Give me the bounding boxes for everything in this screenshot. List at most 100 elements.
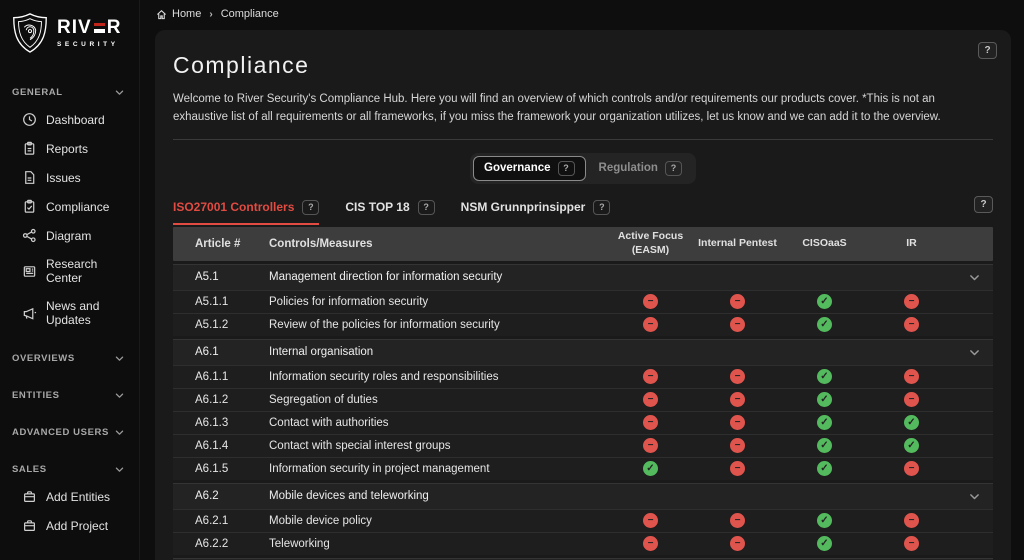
table-row[interactable]: A6.1Internal organisation	[173, 339, 993, 365]
row-expand-button[interactable]	[955, 271, 993, 284]
row-status-cell: ✓	[781, 317, 868, 332]
sidebar-section-header[interactable]: SUPPORT & SETTINGS	[0, 550, 139, 560]
table-row[interactable]: A5.1.2Review of the policies for informa…	[173, 313, 993, 336]
help-icon[interactable]: ?	[302, 200, 319, 215]
sidebar-item-issues[interactable]: Issues	[0, 163, 139, 192]
row-article: A6.2.1	[173, 515, 269, 527]
brand-stylized-e	[94, 23, 105, 33]
row-measure: Teleworking	[269, 538, 607, 550]
row-status-cell: −	[694, 415, 781, 430]
column-header-article: Article #	[173, 238, 269, 250]
row-article: A5.1	[173, 271, 269, 283]
tab-nsm-grunnprinsipper[interactable]: NSM Grunnprinsipper?	[461, 200, 611, 225]
row-article: A5.1.2	[173, 319, 269, 331]
tab-cis-top-18[interactable]: CIS TOP 18?	[345, 200, 434, 225]
sidebar-section-header[interactable]: OVERVIEWS	[0, 344, 139, 371]
sidebar-item-research-center[interactable]: Research Center	[0, 250, 139, 292]
row-measure: Information security roles and responsib…	[269, 371, 607, 383]
tab-label: NSM Grunnprinsipper	[461, 200, 586, 214]
sidebar-item-diagram[interactable]: Diagram	[0, 221, 139, 250]
table-row[interactable]: A6.1.5Information security in project ma…	[173, 457, 993, 480]
row-status-cell: −	[694, 317, 781, 332]
toggle-option-label: Governance	[484, 162, 550, 174]
help-icon[interactable]: ?	[665, 161, 682, 176]
breadcrumb-home[interactable]: Home	[156, 8, 201, 20]
row-status-cell: −	[607, 438, 694, 453]
help-icon[interactable]: ?	[593, 200, 610, 215]
sidebar-item-reports[interactable]: Reports	[0, 134, 139, 163]
sidebar-item-add-project[interactable]: Add Project	[0, 511, 139, 540]
row-status-cell: −	[868, 294, 955, 309]
sidebar-section-header[interactable]: SALES	[0, 455, 139, 482]
sidebar-section-entities: ENTITIES	[0, 381, 139, 408]
status-covered-icon: ✓	[643, 461, 658, 476]
help-icon[interactable]: ?	[418, 200, 435, 215]
column-header-active-focus: Active Focus (EASM)	[607, 230, 694, 257]
toggle-option-regulation[interactable]: Regulation?	[588, 156, 693, 181]
sidebar-section-label: SALES	[12, 464, 47, 475]
status-not-covered-icon: −	[643, 415, 658, 430]
table-row[interactable]: A6.2.2Teleworking−−✓−	[173, 532, 993, 555]
column-header-internal-pentest: Internal Pentest	[694, 237, 781, 251]
row-article: A6.1.5	[173, 463, 269, 475]
status-not-covered-icon: −	[730, 392, 745, 407]
dashboard-icon	[22, 112, 37, 127]
table-row[interactable]: A6.1.4Contact with special interest grou…	[173, 434, 993, 457]
compliance-table: Article #Controls/MeasuresActive Focus (…	[173, 227, 993, 560]
status-not-covered-icon: −	[730, 513, 745, 528]
help-icon[interactable]: ?	[558, 161, 575, 176]
panel-help-button[interactable]: ?	[978, 42, 997, 59]
table-row[interactable]: A5.1Management direction for information…	[173, 264, 993, 290]
status-covered-icon: ✓	[817, 513, 832, 528]
tab-label: ISO27001 Controllers	[173, 200, 294, 214]
brand-logo[interactable]: RIVR SECURITY	[0, 0, 139, 68]
status-not-covered-icon: −	[643, 513, 658, 528]
row-status-cell: −	[607, 317, 694, 332]
sidebar-item-news-and-updates[interactable]: News and Updates	[0, 292, 139, 334]
governance-regulation-toggle: Governance?Regulation?	[470, 153, 696, 184]
row-status-cell: −	[607, 513, 694, 528]
status-not-covered-icon: −	[643, 392, 658, 407]
home-icon	[156, 9, 167, 20]
sidebar-item-add-entities[interactable]: Add Entities	[0, 482, 139, 511]
row-expand-button[interactable]	[955, 346, 993, 359]
sidebar-section-header[interactable]: ADVANCED USERS	[0, 418, 139, 445]
status-covered-icon: ✓	[817, 392, 832, 407]
breadcrumb-current[interactable]: Compliance	[221, 8, 279, 20]
header-divider	[173, 139, 993, 140]
sidebar-section-sales: SALES Add EntitiesAdd Project	[0, 455, 139, 540]
row-measure: Internal organisation	[269, 346, 607, 358]
table-row[interactable]: A6.1.3Contact with authorities−−✓✓	[173, 411, 993, 434]
status-not-covered-icon: −	[904, 536, 919, 551]
toggle-option-label: Regulation	[599, 162, 658, 174]
sidebar-section-header[interactable]: ENTITIES	[0, 381, 139, 408]
tab-iso27001-controllers[interactable]: ISO27001 Controllers?	[173, 200, 319, 225]
status-not-covered-icon: −	[904, 294, 919, 309]
sidebar-item-compliance[interactable]: Compliance	[0, 192, 139, 221]
toggle-option-governance[interactable]: Governance?	[473, 156, 585, 181]
sidebar-section-overviews: OVERVIEWS	[0, 344, 139, 371]
sidebar-section-label: OVERVIEWS	[12, 353, 75, 364]
table-row[interactable]: A6.2Mobile devices and teleworking	[173, 483, 993, 509]
tabs-help-button[interactable]: ?	[974, 196, 993, 213]
row-measure: Mobile device policy	[269, 515, 607, 527]
table-row[interactable]: A6.1.2Segregation of duties−−✓−	[173, 388, 993, 411]
sidebar-section-label: GENERAL	[12, 87, 63, 98]
status-not-covered-icon: −	[730, 438, 745, 453]
column-header-cisoaas: CISOaaS	[781, 237, 868, 251]
row-status-cell: −	[607, 536, 694, 551]
table-row[interactable]: A6.2.1Mobile device policy−−✓−	[173, 509, 993, 532]
row-measure: Mobile devices and teleworking	[269, 490, 607, 502]
row-status-cell: −	[868, 317, 955, 332]
row-expand-button[interactable]	[955, 490, 993, 503]
breadcrumb: Home › Compliance	[140, 0, 1024, 28]
status-not-covered-icon: −	[730, 536, 745, 551]
sidebar-section-header[interactable]: GENERAL	[0, 78, 139, 105]
sidebar-item-dashboard[interactable]: Dashboard	[0, 105, 139, 134]
table-row[interactable]: A6.1.1Information security roles and res…	[173, 365, 993, 388]
page-title: Compliance	[173, 52, 993, 79]
row-status-cell: ✓	[781, 438, 868, 453]
row-article: A6.1.4	[173, 440, 269, 452]
sidebar-nav: GENERAL DashboardReportsIssuesComplianceD…	[0, 78, 139, 560]
table-row[interactable]: A5.1.1Policies for information security−…	[173, 290, 993, 313]
